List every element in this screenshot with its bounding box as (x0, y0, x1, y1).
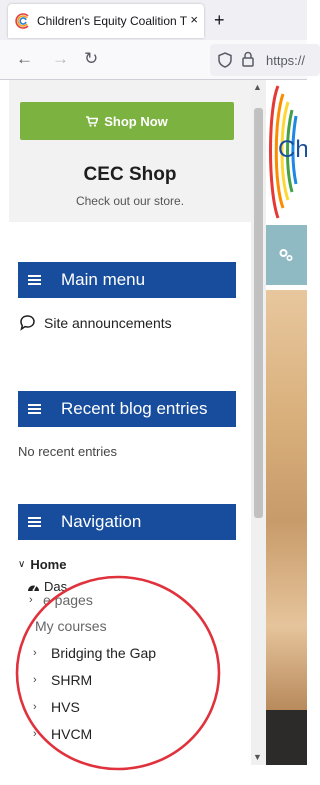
main-menu-title: Main menu (61, 270, 146, 289)
url-bar[interactable]: https:// (210, 44, 320, 76)
shop-block: Shop Now CEC Shop Check out our store. (9, 80, 251, 222)
shop-now-label: Shop Now (104, 113, 168, 129)
shield-icon (218, 52, 232, 73)
tab-title: Children's Equity Coalition Train (37, 14, 187, 28)
gears-icon[interactable] (278, 247, 294, 268)
navigation-header[interactable]: Navigation (18, 504, 236, 540)
new-tab-icon[interactable]: + (214, 10, 225, 31)
page-nav-bar (266, 225, 307, 285)
chevron-down-icon: ∨ (18, 559, 26, 570)
hero-photo (266, 290, 307, 710)
scrollbar-thumb[interactable] (254, 108, 263, 518)
site-announcements-link[interactable]: Site announcements (19, 314, 172, 331)
no-recent-entries-text: No recent entries (18, 444, 117, 459)
browser-toolbar: ← → ↻ https:// (0, 40, 320, 80)
scroll-down-icon[interactable]: ▼ (253, 752, 262, 762)
tab-close-icon[interactable]: × (190, 12, 198, 27)
page-content: Ch (266, 80, 307, 765)
shop-title: CEC Shop (83, 164, 177, 185)
shop-now-button[interactable]: Shop Now (20, 102, 234, 140)
site-favicon-icon (15, 13, 31, 29)
navigation-title: Navigation (61, 512, 142, 531)
main-menu-header[interactable]: Main menu (18, 262, 236, 298)
recent-blog-header[interactable]: Recent blog entries (18, 391, 236, 427)
hamburger-icon (28, 274, 41, 286)
back-arrow-icon[interactable]: ← (16, 49, 33, 69)
lock-icon (242, 51, 254, 72)
browser-tab[interactable]: Children's Equity Coalition Train × (8, 4, 204, 38)
hamburger-icon (28, 516, 41, 528)
forward-arrow-icon[interactable]: → (52, 49, 69, 69)
logo-text: Ch (278, 136, 307, 163)
annotation-circle (15, 575, 221, 771)
shopping-cart-icon (86, 115, 99, 127)
speech-bubble-icon (19, 314, 36, 331)
site-announcements-label: Site announcements (44, 314, 172, 331)
scroll-up-icon[interactable]: ▲ (253, 82, 262, 92)
nav-home-label: Home (30, 557, 67, 572)
nav-home[interactable]: ∨ Home (18, 557, 66, 572)
dark-panel (266, 710, 307, 765)
reload-icon[interactable]: ↻ (84, 49, 98, 69)
recent-blog-title: Recent blog entries (61, 399, 208, 418)
hamburger-icon (28, 403, 41, 415)
url-text: https:// (266, 53, 306, 68)
sidebar-scrollbar[interactable]: ▲ ▼ (251, 80, 266, 765)
shop-subtitle: Check out our store. (75, 194, 185, 208)
browser-tab-strip: Children's Equity Coalition Train × + (0, 0, 307, 40)
